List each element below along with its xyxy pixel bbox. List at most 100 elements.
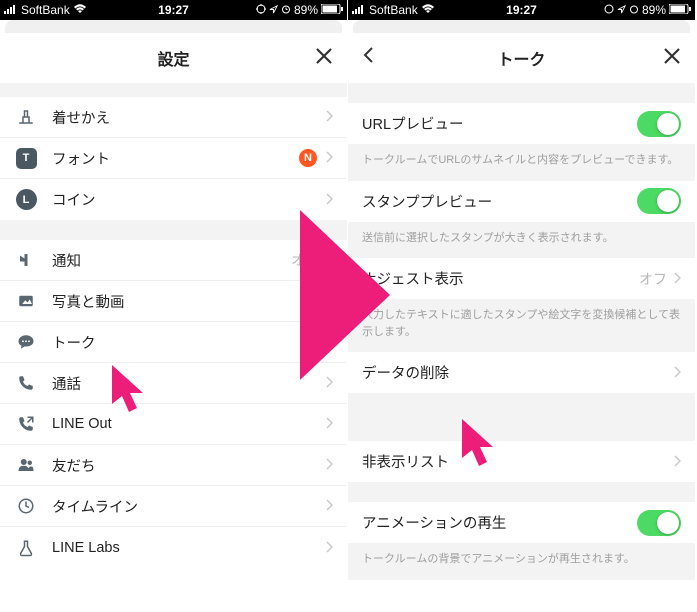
page-title: 設定 xyxy=(157,46,189,70)
nav-arrow-icon xyxy=(617,3,626,17)
toggle-animation[interactable] xyxy=(637,510,681,536)
settings-row-labs[interactable]: LINE Labs xyxy=(0,527,347,568)
chevron-right-icon xyxy=(325,416,333,432)
battery-icon xyxy=(669,3,691,17)
row-animation[interactable]: アニメーションの再生 xyxy=(348,502,695,543)
row-suggest[interactable]: ナジェスト表示 オフ xyxy=(348,258,695,299)
settings-row-talk[interactable]: トーク xyxy=(0,322,347,363)
phone-icon xyxy=(14,371,38,395)
chevron-right-icon xyxy=(325,540,333,556)
new-badge: N xyxy=(299,149,317,167)
chat-icon xyxy=(14,330,38,354)
font-icon: T xyxy=(14,146,38,170)
chevron-right-icon xyxy=(673,454,681,470)
settings-list-2: 通知 オン 写真と動画 トーク xyxy=(0,240,347,568)
time-label: 19:27 xyxy=(506,3,537,17)
row-label: アニメーションの再生 xyxy=(362,512,637,533)
row-value: オフ xyxy=(639,269,667,289)
nav-bar: 設定 xyxy=(0,33,347,83)
settings-row-call[interactable]: 通話 xyxy=(0,363,347,404)
row-label: LINE Out xyxy=(52,416,325,432)
chevron-right-icon xyxy=(325,375,333,391)
chevron-right-icon xyxy=(325,498,333,514)
settings-row-font[interactable]: T フォント N xyxy=(0,138,347,179)
toggle-url-preview[interactable] xyxy=(637,111,681,137)
location-icon xyxy=(256,3,266,17)
timeline-icon xyxy=(14,494,38,518)
signal-icon xyxy=(352,3,366,17)
carrier-label: SoftBank xyxy=(369,3,418,17)
row-value: オン xyxy=(291,250,319,270)
chevron-right-icon xyxy=(325,252,333,268)
settings-list-1: 着せかえ T フォント N L コイン xyxy=(0,97,347,220)
status-bar: SoftBank 19:27 89% xyxy=(0,0,347,20)
row-label: タイムライン xyxy=(52,496,325,517)
row-desc: トークルームの背景でアニメーションが再生されます。 xyxy=(348,543,695,580)
location-icon xyxy=(604,3,614,17)
row-label: データの削除 xyxy=(362,362,673,383)
nav-arrow-icon xyxy=(269,3,278,17)
row-url-preview[interactable]: URLプレビュー xyxy=(348,103,695,144)
settings-row-theme[interactable]: 着せかえ xyxy=(0,97,347,138)
battery-pct-label: 89% xyxy=(294,3,318,17)
settings-row-lineout[interactable]: LINE Out xyxy=(0,404,347,445)
chevron-right-icon xyxy=(325,334,333,350)
chevron-right-icon xyxy=(325,457,333,473)
photo-icon xyxy=(14,289,38,313)
chevron-right-icon xyxy=(325,192,333,208)
alarm-icon xyxy=(629,3,639,17)
row-label: 写真と動画 xyxy=(52,291,325,312)
labs-icon xyxy=(14,536,38,560)
row-label: 着せかえ xyxy=(52,107,325,128)
row-label: スタンププレビュー xyxy=(362,191,637,212)
brush-icon xyxy=(14,105,38,129)
close-button[interactable] xyxy=(663,45,681,71)
alarm-icon xyxy=(281,3,291,17)
chevron-right-icon xyxy=(325,109,333,125)
row-label: 通話 xyxy=(52,373,325,394)
page-title: トーク xyxy=(497,46,545,70)
chevron-right-icon xyxy=(673,271,681,287)
row-label: 非表示リスト xyxy=(362,451,673,472)
row-stamp-preview[interactable]: スタンププレビュー xyxy=(348,181,695,222)
signal-icon xyxy=(4,3,18,17)
row-label: LINE Labs xyxy=(52,540,325,556)
wifi-icon xyxy=(421,3,435,17)
row-delete-data[interactable]: データの削除 xyxy=(348,352,695,393)
row-label: ナジェスト表示 xyxy=(362,268,639,289)
time-label: 19:27 xyxy=(158,3,189,17)
friends-icon xyxy=(14,453,38,477)
back-button[interactable] xyxy=(362,46,374,70)
battery-icon xyxy=(321,3,343,17)
settings-row-notify[interactable]: 通知 オン xyxy=(0,240,347,281)
row-label: 友だち xyxy=(52,455,325,476)
battery-pct-label: 89% xyxy=(642,3,666,17)
chevron-right-icon xyxy=(325,150,333,166)
row-label: トーク xyxy=(52,332,325,353)
row-label: URLプレビュー xyxy=(362,113,637,134)
row-hidden-list[interactable]: 非表示リスト xyxy=(348,441,695,482)
wifi-icon xyxy=(73,3,87,17)
tab-edge xyxy=(5,20,342,33)
row-desc: トークルームでURLのサムネイルと内容をプレビューできます。 xyxy=(348,144,695,181)
row-desc: 入力したテキストに適したスタンプや絵文字を変換候補として表示します。 xyxy=(348,299,695,352)
settings-screen: SoftBank 19:27 89% 設定 xyxy=(0,0,348,612)
chevron-right-icon xyxy=(325,293,333,309)
settings-row-friends[interactable]: 友だち xyxy=(0,445,347,486)
coin-icon: L xyxy=(14,188,38,212)
row-desc: 送信前に選択したスタンプが大きく表示されます。 xyxy=(348,222,695,259)
close-button[interactable] xyxy=(315,45,333,71)
lineout-icon xyxy=(14,412,38,436)
carrier-label: SoftBank xyxy=(21,3,70,17)
tab-edge xyxy=(353,20,690,33)
row-label: フォント xyxy=(52,148,299,169)
settings-row-coin[interactable]: L コイン xyxy=(0,179,347,220)
settings-row-timeline[interactable]: タイムライン xyxy=(0,486,347,527)
bell-icon xyxy=(14,248,38,272)
toggle-stamp-preview[interactable] xyxy=(637,188,681,214)
chevron-right-icon xyxy=(673,365,681,381)
talk-screen: SoftBank 19:27 89% トーク xyxy=(348,0,696,612)
row-label: コイン xyxy=(52,189,325,210)
row-label: 通知 xyxy=(52,250,291,271)
settings-row-photo[interactable]: 写真と動画 xyxy=(0,281,347,322)
